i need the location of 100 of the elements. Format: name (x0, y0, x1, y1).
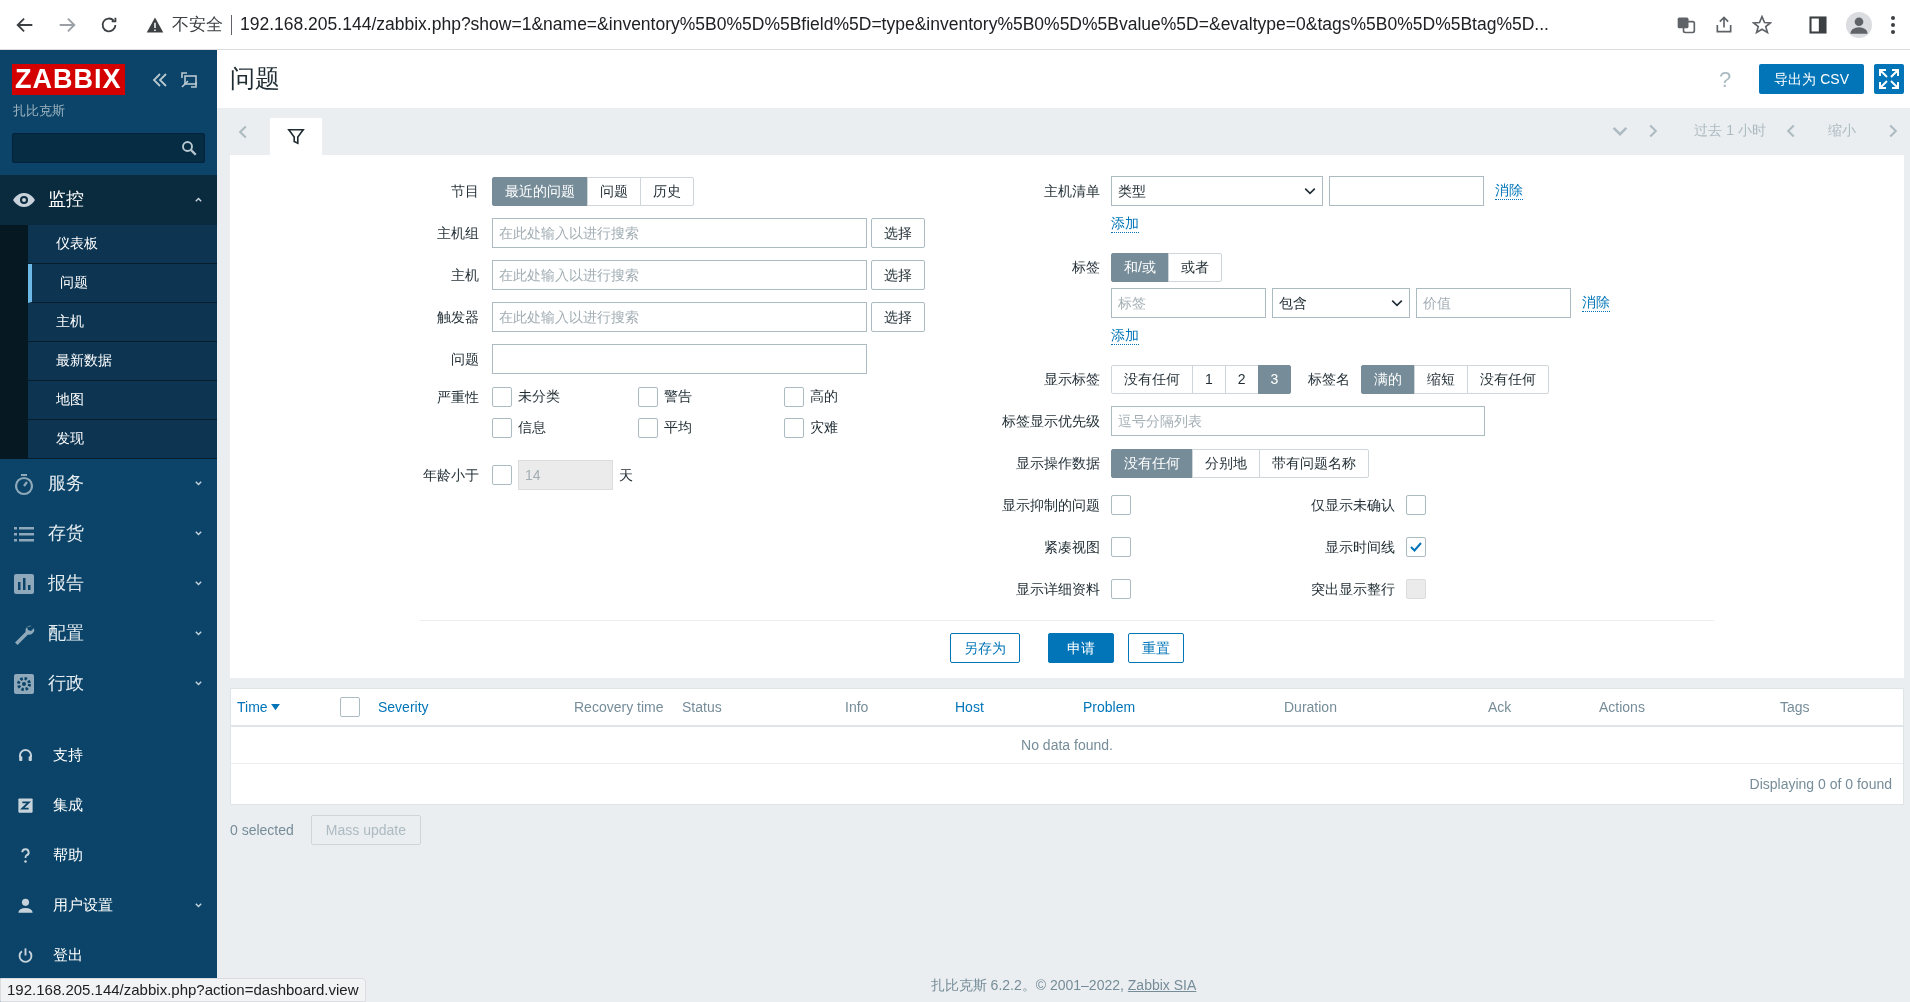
select-button[interactable]: 选择 (871, 260, 925, 290)
menu-item[interactable]: 服务 (0, 458, 217, 509)
problem-input[interactable] (492, 344, 867, 374)
filter-button[interactable]: 申请 (1048, 633, 1114, 663)
column-header: Ack (1488, 697, 1512, 717)
checkbox[interactable] (638, 417, 658, 438)
submenu-item[interactable]: 主机 (28, 302, 217, 342)
filter-button[interactable]: 重置 (1128, 633, 1184, 663)
column-header[interactable]: Time (237, 696, 280, 718)
checkbox[interactable] (492, 465, 512, 485)
side-panel-icon[interactable] (1808, 14, 1828, 35)
checkbox[interactable] (340, 697, 360, 717)
checkbox[interactable] (1111, 537, 1131, 557)
link[interactable]: 添加 (1111, 215, 1139, 233)
checkbox-label: 未分类 (518, 387, 560, 406)
field-label: 显示详细资料 (1015, 579, 1100, 599)
search-input[interactable]: 在此处输入以进行搜索 (492, 260, 867, 290)
checkbox[interactable] (1111, 495, 1131, 515)
menu-item[interactable]: 报告 (0, 558, 217, 609)
zabbix-logo[interactable]: ZABBIX (12, 64, 125, 95)
select-button[interactable]: 选择 (871, 218, 925, 248)
menu-label: 登出 (53, 945, 83, 966)
menu-label: 用户设置 (53, 895, 113, 916)
segment-button[interactable]: 带有问题名称 (1259, 448, 1369, 478)
submenu-item[interactable]: 地图 (28, 380, 217, 420)
menu-item[interactable]: 存货 (0, 508, 217, 559)
fullscreen-icon[interactable] (1874, 64, 1904, 94)
z-square-icon (16, 796, 35, 815)
selected-count: 0 selected (230, 820, 294, 840)
more-icon[interactable] (1890, 14, 1896, 35)
column-header[interactable]: Host (955, 696, 984, 718)
menu-item[interactable]: 帮助 (0, 830, 217, 881)
field-label: 显示时间线 (1324, 537, 1395, 557)
checkbox-label: 灾难 (810, 418, 838, 437)
checkbox[interactable] (638, 386, 658, 407)
chevron-down-icon (194, 629, 203, 638)
tag-input[interactable]: 标签 (1111, 288, 1266, 318)
checkbox[interactable] (1111, 579, 1131, 599)
profile-icon[interactable] (1846, 11, 1872, 38)
search-field[interactable] (12, 132, 205, 163)
search-input[interactable]: 在此处输入以进行搜索 (492, 302, 867, 332)
link[interactable]: 添加 (1111, 327, 1139, 345)
share-icon[interactable] (1714, 14, 1734, 35)
link[interactable]: 消除 (1495, 182, 1523, 200)
security-label: 不安全 (172, 13, 223, 36)
chevron-down-icon (194, 529, 203, 538)
table-summary: Displaying 0 of 0 found (1749, 774, 1892, 794)
url-text[interactable]: 192.168.205.144/zabbix.php?show=1&name=&inventory%5B0%5D%5Bfield%5D=type&inventory%5B0%5D%5Bvalue%5D=&evaltype=0&tags%5B0%5D%5Btag%5D... (240, 11, 1549, 38)
footer-text: 扎比克斯 6.2.2。© 2001–2022, Zabbix SIA (930, 976, 1197, 995)
menu-item[interactable]: 用户设置 (0, 880, 217, 931)
status-url: 192.168.205.144/zabbix.php?action=dashboard.view (0, 978, 366, 1002)
menu-item[interactable]: 登出 (0, 930, 217, 981)
collapse-icon[interactable] (150, 70, 169, 89)
tag-value-input[interactable]: 价值 (1416, 288, 1571, 318)
menu-item[interactable]: 行政 (0, 658, 217, 709)
search-icon[interactable] (180, 138, 198, 157)
checkbox[interactable] (1406, 495, 1426, 515)
link[interactable]: 消除 (1582, 294, 1610, 312)
inventory-value-input[interactable] (1329, 176, 1484, 206)
filter-button[interactable]: 另存为 (950, 633, 1020, 663)
search-input[interactable]: 在此处输入以进行搜索 (492, 218, 867, 248)
segment-button[interactable]: 分别地 (1192, 448, 1260, 478)
checkbox[interactable] (492, 417, 512, 438)
checkbox[interactable] (1406, 537, 1426, 557)
kiosk-icon[interactable] (180, 71, 197, 88)
user-icon (16, 896, 35, 915)
filter-tab[interactable] (270, 118, 322, 155)
submenu-item[interactable]: 发现 (28, 419, 217, 459)
dropdown[interactable]: 类型 (1111, 176, 1323, 206)
page-title: 问题 (230, 63, 280, 95)
checkbox[interactable] (784, 417, 804, 438)
field-label: 紧凑视图 (1043, 537, 1100, 557)
checkbox[interactable] (784, 386, 804, 407)
star-icon[interactable] (1752, 14, 1772, 35)
segment-button[interactable]: 缩短 (1414, 364, 1469, 394)
menu-item[interactable]: 监控 (0, 174, 217, 225)
segment-button[interactable]: 没有任何 (1467, 364, 1550, 394)
menu-item[interactable]: 集成 (0, 780, 217, 831)
submenu-item[interactable]: 仪表板 (28, 224, 217, 264)
menu-label: 配置 (48, 622, 84, 645)
segment-button[interactable]: 问题 (587, 176, 641, 206)
field-label: 突出显示整行 (1310, 579, 1395, 599)
segment-button[interactable]: 历史 (640, 176, 694, 206)
gear-icon (12, 671, 36, 696)
segment-button[interactable]: 2 (1224, 364, 1259, 394)
segment-button[interactable]: 或者 (1167, 252, 1222, 282)
segment-button[interactable]: 没有任何 (1111, 364, 1193, 394)
column-header[interactable]: Severity (378, 696, 429, 718)
checkbox[interactable] (492, 386, 512, 407)
dropdown[interactable]: 包含 (1272, 288, 1410, 318)
submenu-item[interactable]: 问题 (28, 263, 217, 303)
tag-priority-input[interactable]: 逗号分隔列表 (1111, 406, 1485, 436)
submenu-item[interactable]: 最新数据 (28, 341, 217, 381)
select-button[interactable]: 选择 (871, 302, 925, 332)
export-button[interactable]: 导出为 CSV (1759, 64, 1864, 94)
menu-item[interactable]: 支持 (0, 730, 217, 781)
column-header: Actions (1599, 697, 1645, 717)
menu-item[interactable]: 配置 (0, 608, 217, 659)
segment-button[interactable]: 1 (1192, 364, 1226, 394)
column-header[interactable]: Problem (1083, 696, 1136, 718)
